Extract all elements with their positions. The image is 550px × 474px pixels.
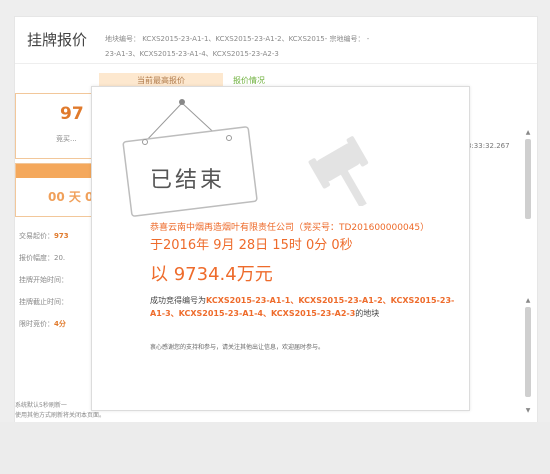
- winner-text: 恭喜云南中烟再造烟叶有限责任公司（竞买号：TD201600000045）: [150, 223, 430, 233]
- parcel-meta-line2: 23-A1-3、KCXS2015-23-A1-4、KCXS2015-23-A2-…: [105, 50, 279, 58]
- scroll-up-arrow-bottom[interactable]: ▲: [525, 297, 531, 304]
- field-listing-end: 挂牌截止时间：: [19, 298, 68, 306]
- parcel-meta: 地块编号： KCXS2015-23-A1-1、KCXS2015-23-A1-2、…: [105, 32, 415, 62]
- field-start-price: 交易起价：973: [19, 232, 69, 240]
- scroll-up-arrow-top[interactable]: ▲: [525, 129, 531, 136]
- current-price-value: 97: [60, 104, 84, 124]
- auction-info-list: 交易起价：973 报价幅度：20. 挂牌开始时间： 挂牌截止时间： 限时竞价：4…: [15, 225, 95, 335]
- countdown-card: 00 天 0: [15, 163, 95, 217]
- countdown-header-bar: [16, 164, 94, 178]
- ended-stamp-text: 已结束: [150, 168, 226, 193]
- bid-timestamp: 3:33:32.267: [467, 142, 510, 150]
- win-price: 以 9734.4万元: [150, 264, 273, 285]
- page-bottom-area: [0, 422, 550, 474]
- countdown-value: 00 天 0: [48, 190, 94, 204]
- parcel-meta-line1: 地块编号： KCXS2015-23-A1-1、KCXS2015-23-A1-2、…: [105, 35, 370, 43]
- bid-list-scrollbar[interactable]: [525, 139, 531, 219]
- log-scrollbar[interactable]: [525, 307, 531, 397]
- field-timed-bid: 限时竞价：4分: [19, 320, 66, 328]
- thanks-note: 衷心感谢您的支持和参与，请关注其他出让信息，欢迎届时参与。: [150, 344, 325, 351]
- page-header: 挂牌报价 地块编号： KCXS2015-23-A1-1、KCXS2015-23-…: [15, 17, 537, 64]
- current-price-card: 97 竞买...: [15, 93, 95, 159]
- win-detail: 成功竞得编号为KCXS2015-23-A1-1、KCXS2015-23-A1-2…: [150, 296, 455, 318]
- field-increment: 报价幅度：20.: [19, 254, 66, 262]
- page-title: 挂牌报价: [27, 31, 88, 49]
- gavel-icon: [308, 136, 369, 206]
- scroll-down-arrow[interactable]: ▼: [525, 407, 531, 414]
- field-listing-start: 挂牌开始时间：: [19, 276, 68, 284]
- current-price-note: 竞买...: [56, 135, 77, 143]
- win-time: 于2016年 9月 28日 15时 0分 0秒: [150, 238, 353, 253]
